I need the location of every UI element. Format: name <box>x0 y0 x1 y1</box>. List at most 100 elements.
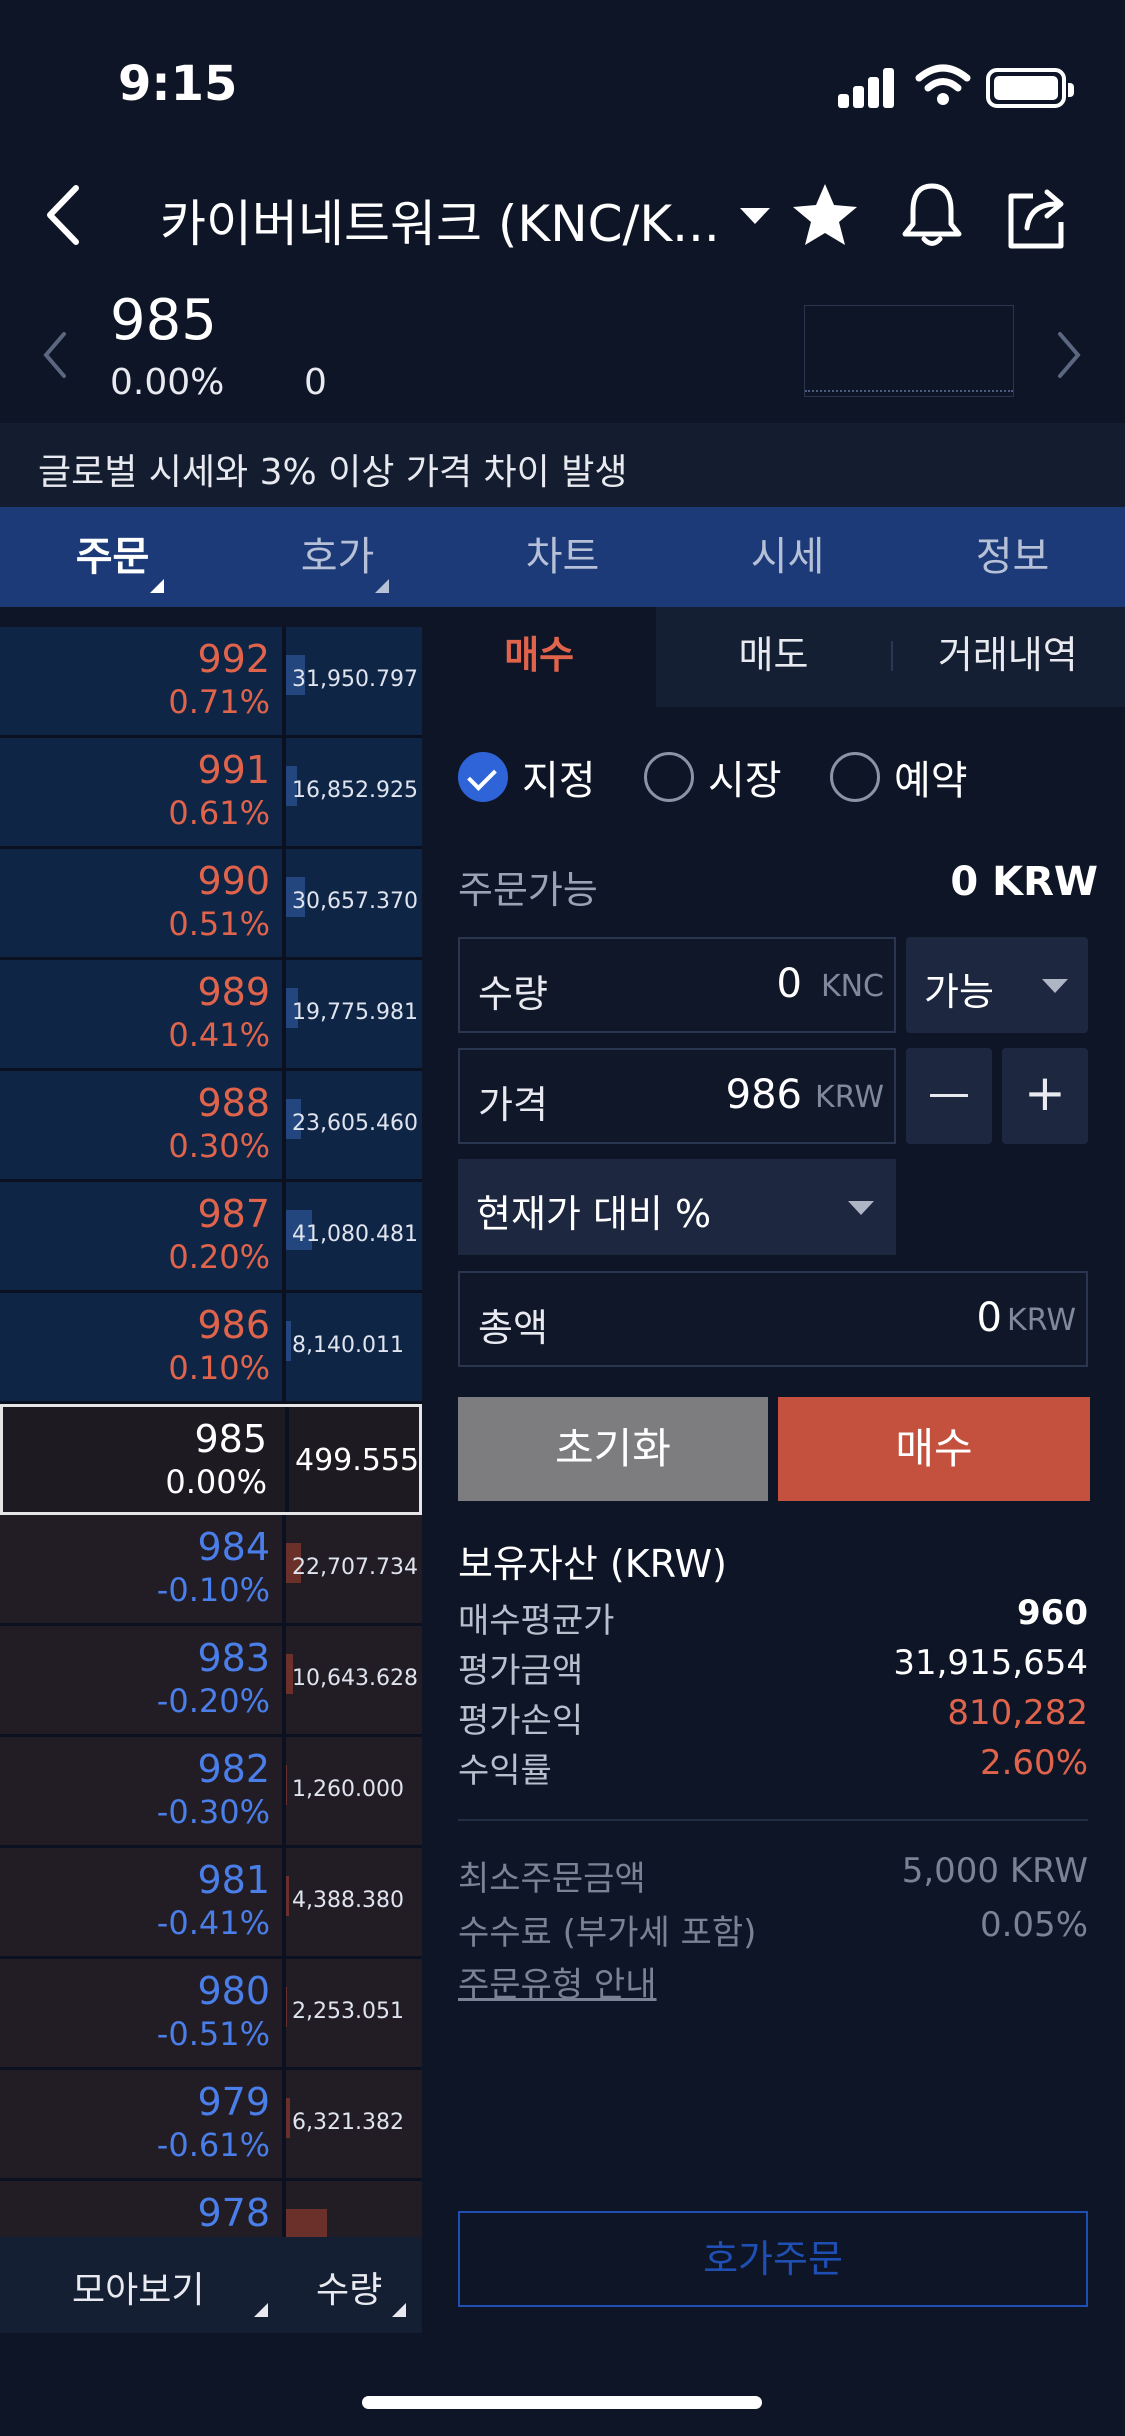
tab-info[interactable]: 정보 <box>900 507 1125 607</box>
price-increase-button[interactable]: + <box>1002 1048 1088 1144</box>
orderbook-quantity: 2,253.051 <box>292 1999 404 2024</box>
tab-chart-label: 차트 <box>525 534 600 580</box>
quantity-field[interactable]: 수량 0 KNC <box>458 937 896 1033</box>
reset-button[interactable]: 초기화 <box>458 1397 768 1501</box>
return-rate-label: 수익률 <box>458 1751 552 1791</box>
tab-orderbook[interactable]: 호가 <box>225 507 450 607</box>
orderbook-quantity: 8,140.011 <box>292 1333 404 1358</box>
cellular-signal-icon <box>838 68 896 108</box>
coin-title[interactable]: 카이버네트워크 (KNC/K... <box>160 184 720 256</box>
quantity-option-select[interactable]: 가능 <box>906 937 1088 1033</box>
orderbook-row[interactable]: 989 0.41% 19,775.981 <box>0 960 422 1071</box>
orderbook-row[interactable]: 992 0.71% 31,950.797 <box>0 627 422 738</box>
orderbook-row[interactable]: 979 -0.61% 6,321.382 <box>0 2070 422 2181</box>
change-rate: 0.00% <box>110 362 225 403</box>
orderbook-quantity: 1,260.000 <box>292 1777 404 1802</box>
orderbook-price: 983 <box>197 1636 270 1680</box>
radio-icon <box>830 752 880 802</box>
radio-icon <box>644 752 694 802</box>
order-book[interactable]: 992 0.71% 31,950.797 991 0.61% 16,852.925 990 0… <box>0 607 422 2237</box>
orderbook-row[interactable]: 980 -0.51% 2,253.051 <box>0 1959 422 2070</box>
orderbook-row[interactable]: 978 <box>0 2181 422 2237</box>
orderbook-row[interactable]: 991 0.61% 16,852.925 <box>0 738 422 849</box>
orderbook-price: 985 <box>194 1417 267 1461</box>
orderbook-percent: 0.71% <box>168 683 270 721</box>
orderbook-row[interactable]: 982 -0.30% 1,260.000 <box>0 1737 422 1848</box>
quantity-value: 0 <box>776 961 802 1007</box>
orderbook-price: 989 <box>197 970 270 1014</box>
fee-row: 수수료 (부가세 포함) 0.05% <box>458 1905 1088 1955</box>
app-header: 카이버네트워크 (KNC/K... <box>0 150 1125 280</box>
column-divider <box>282 1626 286 1734</box>
column-divider <box>282 1071 286 1179</box>
quantity-toggle-corner-icon <box>392 2303 406 2317</box>
orderbook-row[interactable]: 983 -0.20% 10,643.628 <box>0 1626 422 1737</box>
order-side-tabs: 매수 매도 거래내역 <box>422 607 1125 707</box>
order-type-guide-link[interactable]: 주문유형 안내 <box>458 1957 657 2006</box>
price-field[interactable]: 가격 986 KRW <box>458 1048 896 1144</box>
chevron-right-icon[interactable] <box>1054 330 1084 380</box>
home-indicator[interactable] <box>362 2396 762 2409</box>
min-order-label: 최소주문금액 <box>458 1859 646 1899</box>
orderbook-row-current[interactable]: 985 0.00% 499.555 <box>0 1404 422 1515</box>
wifi-icon <box>915 64 971 105</box>
fee-label: 수수료 (부가세 포함) <box>458 1913 757 1953</box>
order-type-market-label: 시장 <box>708 758 782 804</box>
return-rate-row: 수익률 2.60% <box>458 1743 1088 1793</box>
battery-icon <box>986 68 1074 108</box>
orderbook-percent: -0.30% <box>156 1793 270 1831</box>
tab-buy[interactable]: 매수 <box>422 607 657 707</box>
price-percent-label: 현재가 대비 % <box>476 1192 712 1236</box>
order-type-market[interactable]: 시장 <box>644 747 782 807</box>
column-divider <box>282 1737 286 1845</box>
orderbook-price: 988 <box>197 1081 270 1125</box>
orderbook-percent: 0.20% <box>168 1238 270 1276</box>
price-percent-select[interactable]: 현재가 대비 % <box>458 1159 896 1255</box>
column-divider <box>282 1848 286 1956</box>
avg-buy-price-row: 매수평균가 960 <box>458 1593 1088 1643</box>
orderbook-row[interactable]: 984 -0.10% 22,707.734 <box>0 1515 422 1626</box>
column-divider <box>282 627 286 735</box>
caret-down-icon[interactable] <box>740 208 770 224</box>
orderbook-row[interactable]: 986 0.10% 8,140.011 <box>0 1293 422 1404</box>
orderbook-row[interactable]: 987 0.20% 41,080.481 <box>0 1182 422 1293</box>
share-icon[interactable] <box>1003 182 1073 252</box>
avg-buy-price-value: 960 <box>1017 1593 1088 1633</box>
column-divider <box>282 1515 286 1623</box>
avg-buy-price-label: 매수평균가 <box>458 1601 615 1641</box>
book-order-button[interactable]: 호가주문 <box>458 2211 1088 2307</box>
tab-sell[interactable]: 매도 <box>656 607 891 707</box>
tab-order[interactable]: 주문 <box>0 507 225 607</box>
price-decrease-button[interactable]: — <box>906 1048 992 1144</box>
tab-history[interactable]: 거래내역 <box>890 607 1125 707</box>
orderbook-quantity: 41,080.481 <box>292 1222 418 1247</box>
order-type-limit[interactable]: 지정 <box>458 747 596 807</box>
bell-icon[interactable] <box>897 180 967 250</box>
eval-pnl-value: 810,282 <box>947 1693 1088 1733</box>
orderbook-row[interactable]: 981 -0.41% 4,388.380 <box>0 1848 422 1959</box>
dropdown-arrow-icon <box>848 1201 874 1215</box>
total-field[interactable]: 총액 0 KRW <box>458 1271 1088 1367</box>
orderbook-price: 982 <box>197 1747 270 1791</box>
back-arrow-icon[interactable] <box>36 180 96 250</box>
orderbook-percent: 0.10% <box>168 1349 270 1387</box>
buy-button[interactable]: 매수 <box>778 1397 1090 1501</box>
plus-icon: + <box>1024 1064 1066 1122</box>
total-label: 총액 <box>478 1306 548 1350</box>
quantity-unit: KNC <box>820 969 884 1004</box>
tab-market[interactable]: 시세 <box>675 507 900 607</box>
chevron-left-icon[interactable] <box>40 330 70 380</box>
min-order-row: 최소주문금액 5,000 KRW <box>458 1851 1088 1901</box>
group-view-button[interactable]: 모아보기 <box>72 2261 204 2313</box>
star-icon[interactable] <box>790 180 860 250</box>
orderbook-row[interactable]: 990 0.51% 30,657.370 <box>0 849 422 960</box>
order-type-reserve[interactable]: 예약 <box>830 747 968 807</box>
quantity-toggle-button[interactable]: 수량 <box>316 2261 382 2313</box>
orderbook-row[interactable]: 988 0.30% 23,605.460 <box>0 1071 422 1182</box>
tab-chart[interactable]: 차트 <box>450 507 675 607</box>
ticker-summary: 985 0.00% 0 <box>0 280 1125 422</box>
order-type-reserve-label: 예약 <box>894 758 968 804</box>
mini-chart <box>804 305 1014 397</box>
status-time: 9:15 <box>118 56 238 112</box>
orderbook-percent: -0.41% <box>156 1904 270 1942</box>
